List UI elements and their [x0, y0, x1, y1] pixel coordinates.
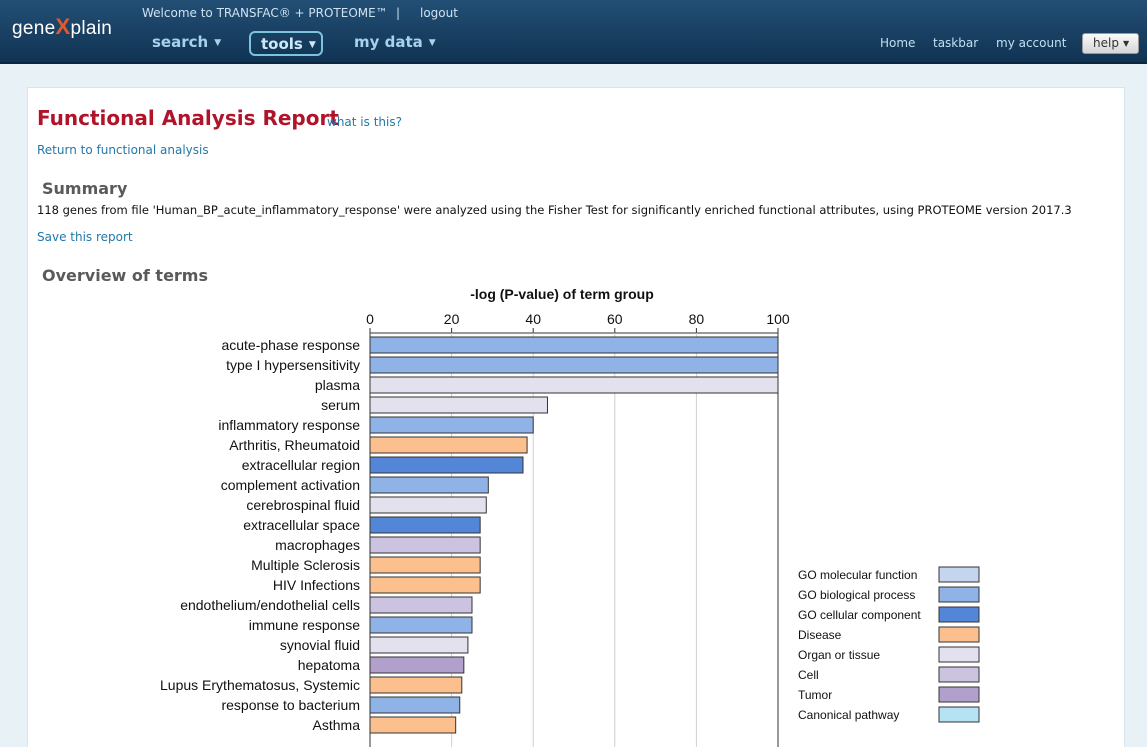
category-label: cerebrospinal fluid — [246, 497, 360, 513]
bar — [369, 716, 457, 734]
category-label: synovial fluid — [280, 637, 360, 653]
legend-swatch — [938, 706, 980, 723]
bar — [369, 616, 473, 634]
x-tick-label: 20 — [444, 311, 460, 327]
category-label: immune response — [249, 617, 360, 633]
legend-label: Canonical pathway — [798, 708, 899, 722]
category-label: endothelium/endothelial cells — [180, 597, 360, 613]
bar — [369, 496, 487, 514]
category-label: Multiple Sclerosis — [251, 557, 360, 573]
bar — [369, 436, 528, 454]
legend-swatch — [938, 566, 980, 583]
category-label: serum — [321, 397, 360, 413]
bar — [369, 596, 473, 614]
legend-swatch — [938, 626, 980, 643]
bar — [369, 556, 481, 574]
category-label: extracellular region — [242, 457, 360, 473]
category-label: type I hypersensitivity — [226, 357, 360, 373]
x-tick-label: 60 — [607, 311, 623, 327]
bar — [369, 636, 469, 654]
chart-title: -log (P-value) of term group — [470, 286, 654, 302]
category-label: Arthritis, Rheumatoid — [229, 437, 360, 453]
bar — [369, 376, 779, 394]
category-label: extracellular space — [243, 517, 360, 533]
bar — [369, 696, 461, 714]
category-label: inflammatory response — [218, 417, 360, 433]
legend-label: GO biological process — [798, 588, 915, 602]
bar — [369, 536, 481, 554]
bar — [369, 336, 779, 354]
legend-label: Cell — [798, 668, 819, 682]
legend-swatch — [938, 666, 980, 683]
category-label: hepatoma — [298, 657, 360, 673]
terms-bar-chart: -log (P-value) of term group 0 20 40 60 80 100… — [160, 286, 980, 747]
legend-swatch — [938, 686, 980, 703]
bar — [369, 416, 534, 434]
x-tick-label: 40 — [525, 311, 541, 327]
category-label: HIV Infections — [273, 577, 360, 593]
x-tick-label: 80 — [689, 311, 705, 327]
legend-label: Disease — [798, 628, 842, 642]
bar — [369, 656, 465, 674]
legend-label: GO cellular component — [798, 608, 921, 622]
legend-label: GO molecular function — [798, 568, 917, 582]
legend-label: Tumor — [798, 688, 832, 702]
bar — [369, 456, 524, 474]
category-label: acute-phase response — [221, 337, 360, 353]
x-tick-label: 100 — [766, 311, 790, 327]
legend-swatch — [938, 606, 980, 623]
bar — [369, 576, 481, 594]
category-label: complement activation — [221, 477, 360, 493]
category-label: plasma — [315, 377, 360, 393]
category-label: Lupus Erythematosus, Systemic — [160, 677, 360, 693]
legend-swatch — [938, 646, 980, 663]
category-label: Asthma — [313, 717, 361, 733]
category-label: response to bacterium — [221, 697, 360, 713]
bar — [369, 516, 481, 534]
legend-label: Organ or tissue — [798, 648, 880, 662]
legend-swatch — [938, 586, 980, 603]
bar — [369, 676, 463, 694]
x-tick-label: 0 — [366, 311, 374, 327]
category-label: macrophages — [275, 537, 360, 553]
bar — [369, 396, 548, 414]
bar — [369, 356, 779, 374]
bar — [369, 476, 489, 494]
